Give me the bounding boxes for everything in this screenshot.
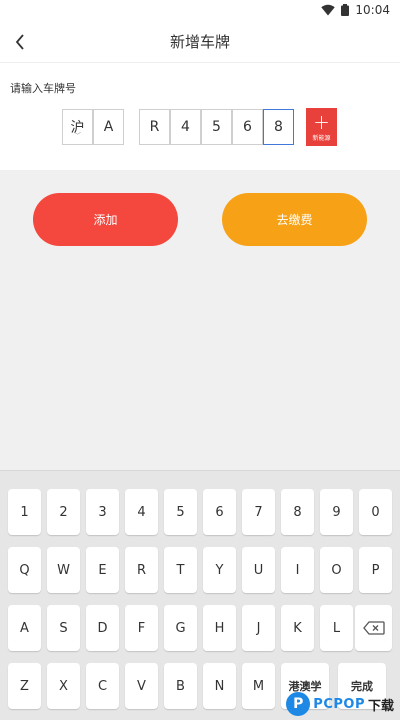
key[interactable]: A (8, 605, 41, 651)
wifi-icon (321, 4, 336, 16)
key[interactable]: G (164, 605, 197, 651)
status-time: 10:04 (355, 3, 390, 17)
status-icons: 10:04 (321, 3, 390, 17)
key[interactable]: R (125, 547, 158, 593)
key[interactable]: T (164, 547, 197, 593)
key[interactable]: 7 (242, 489, 275, 535)
key[interactable]: C (86, 663, 119, 709)
key[interactable]: 8 (281, 489, 314, 535)
plate-cell-4[interactable]: 5 (201, 109, 232, 145)
watermark: P PCPOP 下载 (286, 692, 394, 716)
pay-button[interactable]: 去缴费 (222, 193, 367, 246)
key[interactable]: L (320, 605, 353, 651)
plate-prompt: 请输入车牌号 (10, 82, 76, 95)
key[interactable]: 3 (86, 489, 119, 535)
plate-cell-2[interactable]: R (139, 109, 170, 145)
key[interactable]: Z (8, 663, 41, 709)
plate-cell-6[interactable]: 8 (263, 109, 294, 145)
watermark-brand: PCPOP (313, 696, 365, 712)
key[interactable]: S (47, 605, 80, 651)
key[interactable]: Q (8, 547, 41, 593)
backspace-icon (362, 621, 385, 635)
key[interactable]: N (203, 663, 236, 709)
key[interactable]: Y (203, 547, 236, 593)
key[interactable]: P (359, 547, 392, 593)
key[interactable]: B (164, 663, 197, 709)
key[interactable]: 5 (164, 489, 197, 535)
key[interactable]: H (203, 605, 236, 651)
key[interactable]: X (47, 663, 80, 709)
plus-icon: + (313, 109, 330, 134)
key[interactable]: 9 (320, 489, 353, 535)
watermark-suffix: 下载 (367, 698, 394, 714)
key[interactable]: I (281, 547, 314, 593)
status-bar: 10:04 (0, 0, 400, 22)
key[interactable]: 0 (359, 489, 392, 535)
key[interactable]: J (242, 605, 275, 651)
nav-bar: 新增车牌 (0, 22, 400, 62)
key[interactable]: 1 (8, 489, 41, 535)
key[interactable]: 6 (203, 489, 236, 535)
chevron-down-icon: ﹀ (74, 132, 81, 140)
key[interactable]: O (320, 547, 353, 593)
key[interactable]: F (125, 605, 158, 651)
add-button[interactable]: 添加 (33, 193, 178, 246)
key[interactable]: V (125, 663, 158, 709)
key[interactable]: M (242, 663, 275, 709)
key[interactable]: 2 (47, 489, 80, 535)
backspace-button[interactable] (355, 605, 392, 651)
plate-cell-3[interactable]: 4 (170, 109, 201, 145)
key[interactable]: 4 (125, 489, 158, 535)
key[interactable]: U (242, 547, 275, 593)
plate-keyboard: 1 2 3 4 5 6 7 8 9 0 Q W E R T Y U I O P … (0, 470, 400, 720)
plate-cell-1[interactable]: A (93, 109, 124, 145)
province-selector[interactable]: 沪 ﹀ (62, 109, 93, 145)
battery-icon (341, 4, 350, 16)
key[interactable]: K (281, 605, 314, 651)
key[interactable]: E (86, 547, 119, 593)
pcpop-logo: P (286, 692, 311, 716)
key[interactable]: D (86, 605, 119, 651)
new-energy-button[interactable]: + 新能源 (306, 108, 337, 146)
key[interactable]: W (47, 547, 80, 593)
plate-cell-5[interactable]: 6 (232, 109, 263, 145)
new-energy-label: 新能源 (312, 134, 331, 142)
plate-panel: 请输入车牌号 沪 ﹀ A R 4 5 6 8 + 新能源 (0, 62, 400, 170)
page-title: 新增车牌 (169, 33, 230, 51)
